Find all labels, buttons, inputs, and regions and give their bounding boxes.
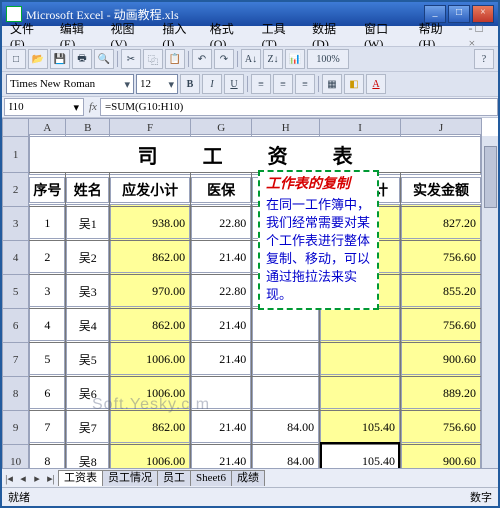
menubar: 文件(F) 编辑(E) 视图(V) 插入(I) 格式(O) 工具(T) 数据(D… xyxy=(2,26,498,46)
cell-seq[interactable]: 8 xyxy=(29,442,65,468)
header-cell[interactable]: 序号 xyxy=(29,177,65,203)
row-header[interactable]: 1 xyxy=(3,137,29,173)
tooltip-title: 工作表的复制 xyxy=(266,176,371,194)
align-center-icon[interactable]: ≡ xyxy=(273,74,293,94)
new-icon[interactable]: □ xyxy=(6,49,26,69)
row-header[interactable]: 10 xyxy=(3,445,29,469)
sort-asc-icon[interactable]: A↓ xyxy=(241,49,261,69)
sheet-tabs: |◂ ◂ ▸ ▸| 工资表 员工情况 员工 Sheet6 成绩 xyxy=(2,468,498,487)
fontcolor-icon[interactable]: A xyxy=(366,74,386,94)
cell-J[interactable]: 900.60 xyxy=(401,442,481,468)
row-header[interactable]: 2 xyxy=(3,173,29,207)
vertical-scrollbar[interactable] xyxy=(481,136,498,468)
status-left: 就绪 xyxy=(8,489,30,505)
formula-input[interactable]: =SUM(G10:H10) xyxy=(100,98,498,116)
cut-icon[interactable]: ✂ xyxy=(121,49,141,69)
cell-F[interactable]: 1006.00 xyxy=(110,442,190,468)
zoom-combo[interactable]: 100% xyxy=(307,49,349,69)
preview-icon[interactable]: 🔍 xyxy=(94,49,114,69)
status-right: 数字 xyxy=(470,489,492,505)
header-cell[interactable]: 姓名 xyxy=(66,177,109,203)
borders-icon[interactable]: ▦ xyxy=(322,74,342,94)
bold-icon[interactable]: B xyxy=(180,74,200,94)
cell-H[interactable]: 84.00 xyxy=(252,442,319,468)
formatting-toolbar: Times New Roman▾ 12▾ B I U ≡ ≡ ≡ ▦ ◧ A xyxy=(2,72,498,97)
formula-bar: I10▾ fx =SUM(G10:H10) xyxy=(2,97,498,118)
copy-icon[interactable]: ⿻ xyxy=(143,49,163,69)
save-icon[interactable]: 💾 xyxy=(50,49,70,69)
worksheet-area[interactable]: A B F G H I J 1 司 工 资 表 2 序号 姓名 应发小计 xyxy=(2,118,498,468)
help-icon[interactable]: ? xyxy=(474,49,494,69)
app-window: Microsoft Excel - 动画教程.xls _ □ × 文件(F) 编… xyxy=(0,0,500,508)
italic-icon[interactable]: I xyxy=(202,74,222,94)
scrollbar-thumb[interactable] xyxy=(484,146,497,208)
row-header[interactable]: 7 xyxy=(3,343,29,377)
row-header[interactable]: 6 xyxy=(3,309,29,343)
header-cell[interactable]: 实发金额 xyxy=(401,177,481,203)
name-box[interactable]: I10▾ xyxy=(4,98,84,116)
sheet-tab[interactable]: 工资表 xyxy=(58,470,103,486)
cell-I[interactable]: 105.40 xyxy=(320,442,400,468)
tooltip-popup: 工作表的复制 在同一工作簿中，我们经常需要对某个工作表进行整体复制、移动，可以通… xyxy=(258,170,379,310)
font-combo[interactable]: Times New Roman▾ xyxy=(6,74,134,94)
row-header[interactable]: 9 xyxy=(3,411,29,445)
fontsize-combo[interactable]: 12▾ xyxy=(136,74,178,94)
sheet-tab[interactable]: 员工 xyxy=(157,470,191,486)
paste-icon[interactable]: 📋 xyxy=(165,49,185,69)
tab-next-icon[interactable]: ▸ xyxy=(30,472,44,485)
print-icon[interactable]: 🖶 xyxy=(72,49,92,69)
spreadsheet-grid[interactable]: A B F G H I J 1 司 工 资 表 2 序号 姓名 应发小计 xyxy=(2,118,482,468)
standard-toolbar: □ 📂 💾 🖶 🔍 ✂ ⿻ 📋 ↶ ↷ A↓ Z↓ 📊 100% ? xyxy=(2,46,498,72)
sheet-tab[interactable]: 成绩 xyxy=(231,470,265,486)
redo-icon[interactable]: ↷ xyxy=(214,49,234,69)
cell-name[interactable]: 吴8 xyxy=(66,442,109,468)
cell-G[interactable]: 21.40 xyxy=(191,442,251,468)
row-header[interactable]: 8 xyxy=(3,377,29,411)
sort-desc-icon[interactable]: Z↓ xyxy=(263,49,283,69)
row-header[interactable]: 3 xyxy=(3,207,29,241)
row-header[interactable]: 5 xyxy=(3,275,29,309)
align-right-icon[interactable]: ≡ xyxy=(295,74,315,94)
header-cell[interactable]: 医保 xyxy=(191,177,251,203)
tab-prev-icon[interactable]: ◂ xyxy=(16,472,30,485)
chart-icon[interactable]: 📊 xyxy=(285,49,305,69)
undo-icon[interactable]: ↶ xyxy=(192,49,212,69)
sheet-title[interactable]: 司 工 资 表 xyxy=(29,134,481,175)
row-header[interactable]: 4 xyxy=(3,241,29,275)
open-icon[interactable]: 📂 xyxy=(28,49,48,69)
tooltip-body: 在同一工作簿中，我们经常需要对某个工作表进行整体复制、移动，可以通过拖拉法来实现… xyxy=(266,197,370,302)
header-cell[interactable]: 应发小计 xyxy=(110,177,190,203)
tab-last-icon[interactable]: ▸| xyxy=(44,472,58,485)
fx-icon[interactable]: fx xyxy=(86,101,100,113)
statusbar: 就绪 数字 xyxy=(2,487,498,506)
sheet-tab[interactable]: Sheet6 xyxy=(190,470,232,486)
corner-cell[interactable] xyxy=(3,119,29,137)
sheet-tab[interactable]: 员工情况 xyxy=(102,470,158,486)
underline-icon[interactable]: U xyxy=(224,74,244,94)
tab-first-icon[interactable]: |◂ xyxy=(2,472,16,485)
align-left-icon[interactable]: ≡ xyxy=(251,74,271,94)
fillcolor-icon[interactable]: ◧ xyxy=(344,74,364,94)
